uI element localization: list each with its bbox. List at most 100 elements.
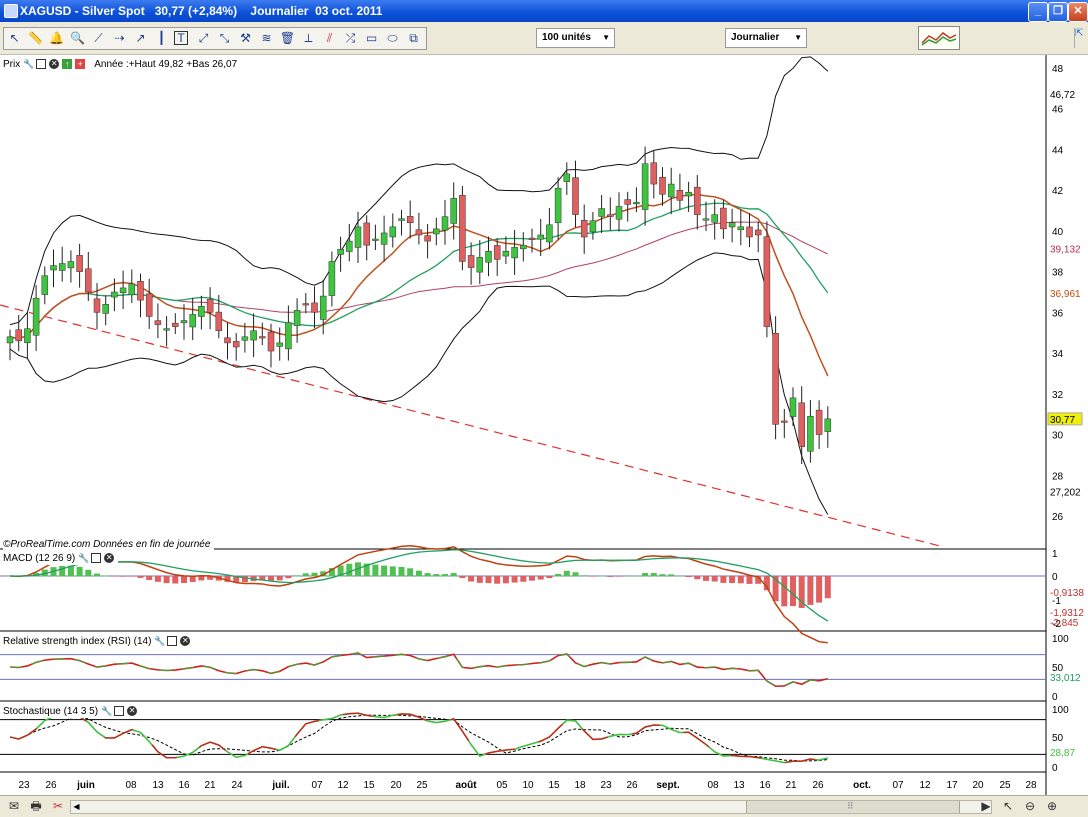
trash-icon[interactable]: 🗑: [279, 30, 296, 47]
period-select[interactable]: Journalier ▼: [725, 28, 807, 48]
candle: [302, 303, 310, 306]
x-axis-label: 13: [733, 780, 745, 791]
x-axis-label: 18: [574, 780, 586, 791]
scroll-left-icon[interactable]: ◀: [71, 801, 82, 813]
trendline-icon[interactable]: ↗: [132, 30, 149, 47]
candle: [720, 207, 727, 230]
close-icon[interactable]: ✕: [180, 636, 191, 646]
window-icon[interactable]: [167, 636, 178, 646]
macd-histogram-bar: [685, 576, 692, 578]
add-panel-icon[interactable]: +: [75, 59, 86, 69]
macd-histogram-bar: [485, 576, 492, 584]
stoch-tick-label: 50: [1052, 733, 1064, 744]
text-icon[interactable]: T: [174, 31, 188, 45]
macd-histogram-bar: [807, 576, 814, 605]
ruler-icon[interactable]: 📏: [27, 30, 44, 47]
close-icon[interactable]: ✕: [49, 59, 60, 69]
line-icon[interactable]: ⟋: [90, 30, 107, 47]
chart-area[interactable]: 48 46 44 42 40 38 36 34 32 30 28 26 46,72 39,132 36,96…: [0, 55, 1088, 795]
close-icon[interactable]: ✕: [104, 553, 115, 563]
macd-histogram-bar: [555, 573, 562, 577]
ellipse-icon[interactable]: ⬭: [384, 30, 401, 47]
minimize-button[interactable]: _: [1028, 2, 1048, 22]
units-select[interactable]: 100 unités ▼: [536, 28, 615, 48]
scroll-thumb[interactable]: ⠿: [746, 801, 960, 813]
fan-icon[interactable]: ⟂: [300, 30, 317, 47]
x-axis-label: sept.: [656, 780, 680, 791]
pointer-icon[interactable]: ↖: [6, 30, 23, 47]
vline-icon[interactable]: ┃: [153, 30, 170, 47]
stoch-tick-label: 100: [1052, 705, 1069, 716]
macd-histogram-bar: [650, 573, 657, 577]
wrench-icon[interactable]: 🔧: [101, 706, 112, 716]
x-axis-label: 12: [919, 780, 931, 791]
zoom-out-icon[interactable]: ⊖: [1022, 799, 1038, 814]
x-axis-label: oct.: [853, 780, 871, 791]
price-marker-label: 36,961: [1050, 289, 1081, 300]
macd-histogram-bar: [398, 566, 405, 577]
macd-histogram-bar: [163, 576, 170, 584]
print-icon[interactable]: 🖶: [28, 799, 44, 814]
pointer-icon[interactable]: ↖: [1000, 799, 1016, 814]
scissors-icon[interactable]: ✂: [50, 799, 66, 814]
x-axis-label: 08: [707, 780, 719, 791]
chart-type-icon: [921, 32, 957, 46]
macd-histogram-bar: [598, 575, 605, 577]
pin-icon[interactable]: ⇱: [1074, 28, 1087, 48]
scroll-right-icon[interactable]: ▶: [978, 799, 994, 814]
add-indicator-icon[interactable]: ↑: [62, 59, 73, 69]
rsi-tick-label: 0: [1052, 692, 1058, 703]
price-tick-label: 46: [1052, 105, 1064, 116]
candle: [554, 187, 562, 224]
hline-icon[interactable]: ⇢: [111, 30, 128, 47]
candle: [798, 402, 805, 448]
arrows-icon[interactable]: ⤢: [195, 30, 212, 47]
window-icon[interactable]: [114, 706, 125, 716]
rectangle-icon[interactable]: ▭: [363, 30, 380, 47]
price-tick-label: 42: [1052, 186, 1064, 197]
candle: [485, 251, 492, 263]
restore-button[interactable]: ❐: [1048, 2, 1068, 22]
candle: [441, 216, 449, 231]
macd-histogram-bar: [502, 576, 509, 584]
wrench-icon[interactable]: 🔧: [78, 553, 89, 563]
candle: [459, 195, 466, 262]
macd-histogram-bar: [659, 574, 666, 577]
cross-icon[interactable]: ⤡: [216, 30, 233, 47]
x-axis-label: 16: [178, 780, 190, 791]
copy-icon[interactable]: ⧉: [405, 30, 422, 47]
window-icon[interactable]: [36, 59, 47, 69]
zoom-in-icon[interactable]: ⊕: [1044, 799, 1060, 814]
wrench-icon[interactable]: 🔧: [154, 636, 165, 646]
macd-histogram-bar: [563, 570, 570, 577]
macd-histogram-bar: [424, 573, 431, 577]
candle: [728, 222, 736, 228]
price-tick-label: 48: [1052, 64, 1064, 75]
candle: [824, 418, 832, 432]
pattern-icon[interactable]: ⫽: [321, 30, 338, 47]
macd-histogram-bar: [285, 576, 292, 579]
tools-icon[interactable]: ⚒: [237, 30, 254, 47]
price-tick-label: 32: [1052, 390, 1064, 401]
channel-icon[interactable]: ⤮: [342, 30, 359, 47]
wrench-icon[interactable]: 🔧: [23, 59, 34, 69]
alarm-icon[interactable]: 🔔: [48, 30, 65, 47]
fibo-icon[interactable]: ≋: [258, 30, 275, 47]
candle: [119, 287, 127, 294]
rsi-line-overlay: [9, 652, 828, 687]
window-icon[interactable]: [91, 553, 102, 563]
close-icon[interactable]: ✕: [127, 706, 138, 716]
mail-icon[interactable]: ✉: [6, 799, 22, 814]
macd-panel-label: MACD (12 26 9): [3, 552, 76, 564]
chart-type-button[interactable]: [918, 26, 960, 50]
statusbar: ✉ 🖶 ✂ ◀ ⠿ ▶ ↖ ⊖ ⊕: [0, 795, 1088, 817]
horizontal-scrollbar[interactable]: ◀ ⠿: [70, 800, 992, 814]
macd-histogram-bar: [294, 575, 301, 577]
candle: [433, 228, 440, 235]
macd-histogram-bar: [737, 576, 744, 584]
close-button[interactable]: ✕: [1068, 2, 1088, 22]
zoom-icon[interactable]: 🔍: [69, 30, 86, 47]
candle: [259, 336, 266, 339]
macd-histogram-bar: [633, 575, 640, 577]
candle: [398, 218, 405, 221]
